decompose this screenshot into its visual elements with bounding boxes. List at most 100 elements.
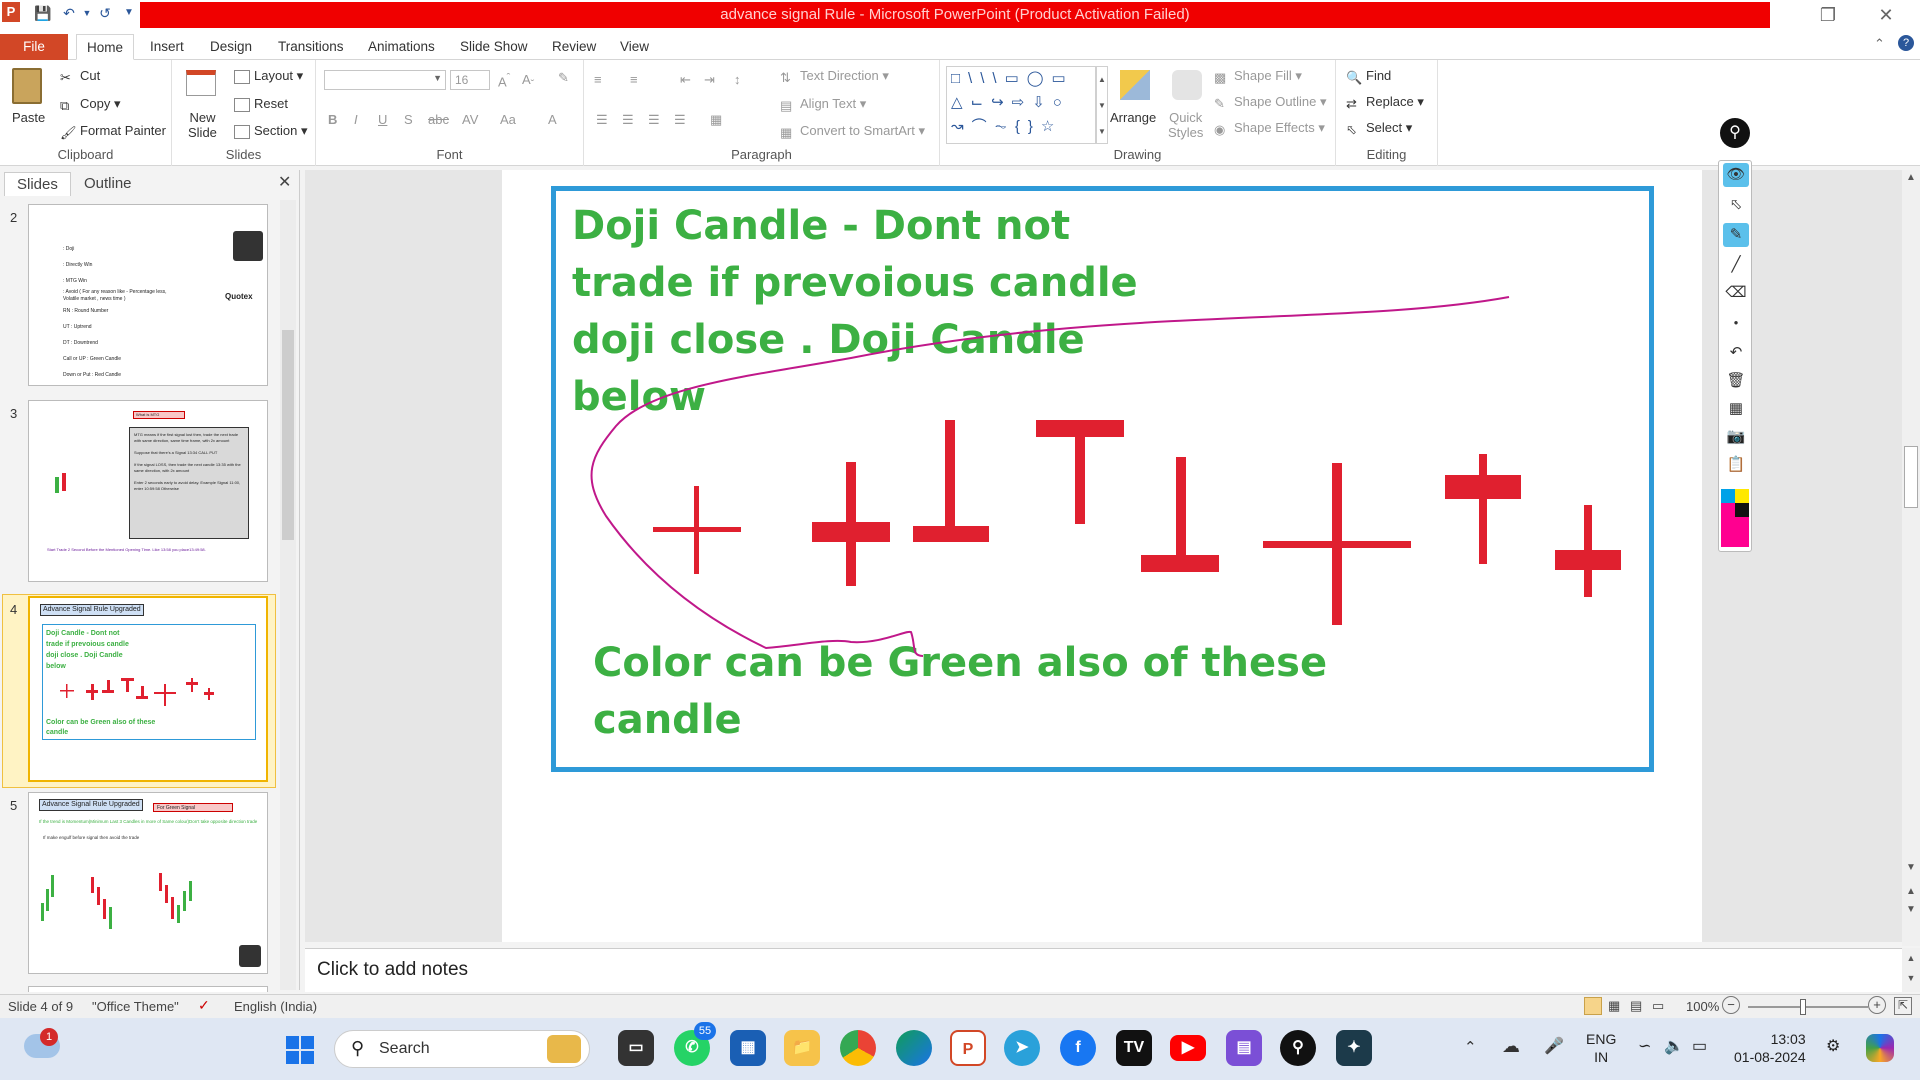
zoom-out-icon[interactable]: − <box>1722 996 1740 1014</box>
facebook-icon[interactable]: f <box>1060 1030 1096 1066</box>
store-icon[interactable]: ▦ <box>730 1030 766 1066</box>
help-icon[interactable]: ? <box>1898 35 1914 51</box>
quick-styles-icon[interactable] <box>1172 70 1202 100</box>
copilot-icon[interactable] <box>1866 1034 1894 1062</box>
paste-button[interactable]: Paste <box>12 110 45 125</box>
shapes-scroll[interactable]: ▲ ▼ ▼ <box>1096 66 1108 144</box>
italic-icon[interactable]: I <box>354 112 358 127</box>
close-panel-icon[interactable]: ✕ <box>278 172 291 192</box>
color-swatch-yellow[interactable] <box>1735 489 1749 503</box>
slide-thumbnail-3[interactable]: What is MTG MTG means if the first signa… <box>28 400 268 582</box>
file-explorer-icon[interactable]: 📁 <box>784 1030 820 1066</box>
editor-scrollbar[interactable]: ▲ ▼ ▲ ▼ <box>1902 170 1920 946</box>
notes-placeholder[interactable]: Click to add notes <box>317 959 468 981</box>
slide-thumbnail-2[interactable]: : Doji : Directly Win : MTG Win : Avoid … <box>28 204 268 386</box>
pointer-icon[interactable]: ⬁ <box>1723 193 1749 217</box>
strikethrough-icon[interactable]: abc <box>428 112 449 127</box>
slide-thumbnail-4[interactable]: Advance Signal Rule Upgraded Doji Candle… <box>28 596 268 782</box>
shadow-icon[interactable]: S <box>404 112 413 127</box>
focus-icon[interactable]: ⚙ <box>1826 1036 1840 1056</box>
line-icon[interactable]: ╱ <box>1723 253 1749 277</box>
arrange-icon[interactable] <box>1120 70 1150 100</box>
clipchamp-icon[interactable]: ▤ <box>1226 1030 1262 1066</box>
tab-file[interactable]: File <box>0 34 68 60</box>
paste-icon[interactable] <box>12 68 42 104</box>
font-family-box[interactable]: ▼ <box>324 70 446 90</box>
windows-start-icon[interactable] <box>286 1036 314 1064</box>
tab-review[interactable]: Review <box>542 34 606 60</box>
layout-button[interactable]: Layout ▾ <box>234 68 303 84</box>
previous-slide-icon[interactable]: ▲ <box>1906 886 1916 897</box>
notes-scrollbar[interactable]: ▲ ▼ <box>1902 948 1920 992</box>
color-swatch-magenta[interactable] <box>1721 503 1735 517</box>
font-size-box[interactable]: 16 <box>450 70 490 90</box>
close-icon[interactable]: ✕ <box>1866 4 1906 26</box>
customize-qat-icon[interactable]: ▼ <box>120 4 138 22</box>
wifi-icon[interactable]: ∽ <box>1638 1036 1651 1056</box>
shape-outline-button[interactable]: ✎ Shape Outline ▾ <box>1214 94 1327 111</box>
scroll-down-icon[interactable]: ▼ <box>1906 862 1916 873</box>
battery-icon[interactable]: ▭ <box>1692 1036 1707 1056</box>
justify-icon[interactable]: ☰ <box>674 112 686 128</box>
replace-button[interactable]: ⇄ Replace ▾ <box>1346 94 1424 111</box>
zoom-slider[interactable] <box>1748 1006 1868 1008</box>
section-button[interactable]: Section ▾ <box>234 123 308 139</box>
reading-view-icon[interactable]: ▤ <box>1630 998 1642 1014</box>
shapes-gallery[interactable]: □\\\▭◯▭ △⌙↪⇨⇩○ ↝⌒⏦{}☆ <box>946 66 1096 144</box>
char-spacing-icon[interactable]: AV <box>462 112 478 127</box>
notes-pane[interactable]: Click to add notes <box>305 948 1903 992</box>
tab-animations[interactable]: Animations <box>358 34 445 60</box>
shape-effects-button[interactable]: ◉ Shape Effects ▾ <box>1214 120 1325 137</box>
tab-design[interactable]: Design <box>200 34 262 60</box>
clear-format-icon[interactable]: ✎ <box>558 70 569 86</box>
zoom-level[interactable]: 100% <box>1686 999 1719 1014</box>
board-icon[interactable]: ▦ <box>1723 397 1749 421</box>
youtube-icon[interactable]: ▶ <box>1170 1035 1206 1061</box>
line-spacing-icon[interactable]: ↕ <box>734 72 741 87</box>
edge-icon[interactable] <box>896 1030 932 1066</box>
microphone-icon[interactable]: 🎤 <box>1544 1036 1564 1056</box>
tray-chevron-icon[interactable]: ⌃ <box>1464 1038 1477 1056</box>
increase-indent-icon[interactable]: ⇥ <box>704 72 715 88</box>
color-swatch-cyan[interactable] <box>1721 489 1735 503</box>
center-icon[interactable]: ☰ <box>622 112 634 128</box>
editor-scroll-thumb[interactable] <box>1904 446 1918 508</box>
telegram-icon[interactable]: ➤ <box>1004 1030 1040 1066</box>
slide-thumbnail-6[interactable] <box>28 986 268 992</box>
zoom-slider-thumb[interactable] <box>1800 999 1806 1015</box>
eraser-icon[interactable]: ⌫ <box>1723 281 1749 305</box>
pen-app-icon[interactable]: ⚲ <box>1280 1030 1316 1066</box>
powerpoint-app-icon[interactable]: P <box>2 2 20 22</box>
grow-font-icon[interactable]: Aˆ <box>498 72 510 89</box>
next-slide-icon[interactable]: ▼ <box>1906 904 1916 915</box>
clock[interactable]: 13:03 01-08-2024 <box>1734 1030 1806 1066</box>
copy-button[interactable]: ⧉ Copy ▾ <box>60 96 121 113</box>
color-swatch-pink[interactable] <box>1721 517 1749 547</box>
tab-insert[interactable]: Insert <box>140 34 194 60</box>
redo-icon[interactable]: ↺ <box>96 4 114 22</box>
spellcheck-icon[interactable]: ✓ <box>198 997 210 1014</box>
slideshow-view-icon[interactable]: ▭ <box>1652 998 1664 1014</box>
align-right-icon[interactable]: ☰ <box>648 112 660 128</box>
panel-scroll-thumb[interactable] <box>282 330 294 540</box>
volume-icon[interactable]: 🔈 <box>1664 1036 1684 1056</box>
tab-view[interactable]: View <box>610 34 659 60</box>
tradingview-icon[interactable]: TV <box>1116 1030 1152 1066</box>
font-color-icon[interactable]: A <box>548 112 557 127</box>
underline-icon[interactable]: U <box>378 112 387 127</box>
bullets-icon[interactable]: ≡ <box>594 72 602 87</box>
save-icon[interactable]: 💾 <box>34 4 52 22</box>
new-slide-button[interactable]: New Slide <box>188 110 217 140</box>
panel-scrollbar[interactable] <box>280 200 296 990</box>
zoom-in-icon[interactable]: + <box>1868 996 1886 1014</box>
slide-thumbnail-5[interactable]: Advance Signal Rule Upgraded For Green S… <box>28 792 268 974</box>
collapse-ribbon-icon[interactable]: ⌃ <box>1874 36 1885 52</box>
shape-fill-button[interactable]: ▩ Shape Fill ▾ <box>1214 68 1302 85</box>
decrease-indent-icon[interactable]: ⇤ <box>680 72 691 88</box>
undo-dropdown-icon[interactable]: ▼ <box>78 4 96 22</box>
language-indicator[interactable]: English (India) <box>234 999 317 1014</box>
scroll-up-icon[interactable]: ▲ <box>1906 172 1916 183</box>
chrome-icon[interactable] <box>840 1030 876 1066</box>
tab-home[interactable]: Home <box>76 34 135 60</box>
reset-button[interactable]: Reset <box>234 96 288 112</box>
